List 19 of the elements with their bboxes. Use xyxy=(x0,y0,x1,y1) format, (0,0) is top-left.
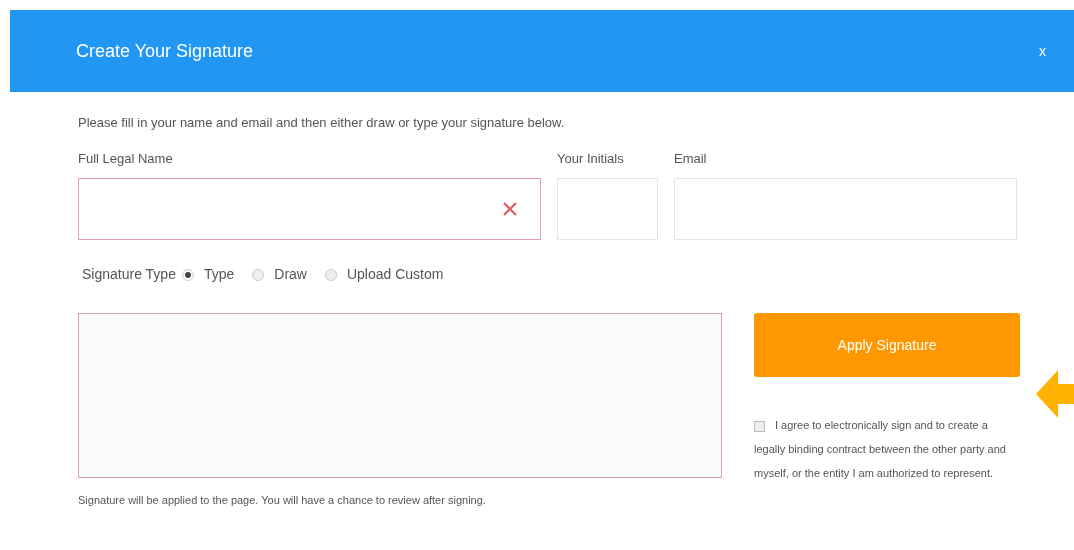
field-label: Email xyxy=(674,149,708,168)
footer-note: Signature will be applied to the page. You will have a chance to review after signing. xyxy=(78,493,487,508)
dialog-title: Create Your Signature xyxy=(76,39,254,63)
radio-option[interactable]: Draw xyxy=(252,264,307,285)
field-label: Full Legal Name xyxy=(78,149,174,168)
field-label: Your Initials xyxy=(557,149,625,168)
input-field[interactable] xyxy=(78,178,541,240)
radio-option[interactable]: Type xyxy=(181,264,235,285)
signature-type-label: Signature Type xyxy=(82,265,176,284)
error-x-icon xyxy=(502,201,518,217)
signature-pad[interactable] xyxy=(78,313,722,478)
radio-button[interactable] xyxy=(252,268,265,281)
instructions: Please fill in your name and email and then either draw or type your signature below. xyxy=(78,114,566,132)
agreement-text: I agree to electronically sign and to create a legally binding contract between the other party and myself, or the entity I am authorized to represent. xyxy=(754,418,1007,481)
agreement-checkbox[interactable] xyxy=(754,420,765,432)
radio-button[interactable] xyxy=(324,268,337,281)
radio-option[interactable]: Upload Custom xyxy=(324,264,444,285)
arrow-left-icon xyxy=(1036,368,1074,420)
radio-button[interactable] xyxy=(181,268,194,281)
